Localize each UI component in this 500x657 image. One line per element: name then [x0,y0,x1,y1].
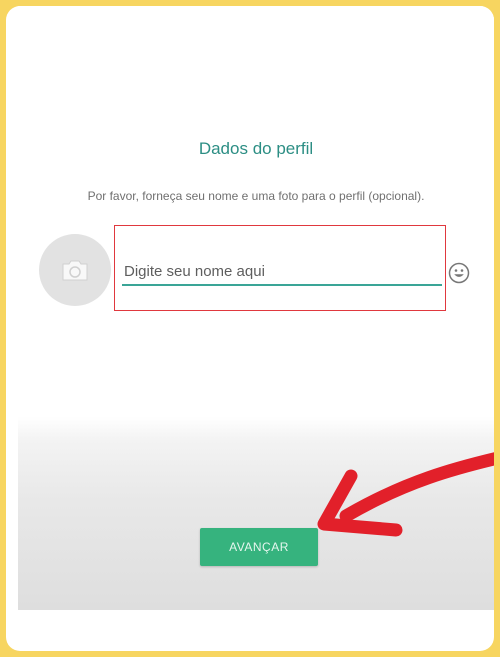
profile-photo-button[interactable] [39,234,111,306]
screenshot-card: Dados do perfil Por favor, forneça seu n… [6,6,494,651]
camera-icon [62,260,88,281]
page-title: Dados do perfil [198,139,314,158]
smiley-emoji-icon[interactable] [448,262,470,284]
advance-button[interactable]: AVANÇAR [200,528,318,566]
page-subtitle: Por favor, forneça seu nome e uma foto p… [87,189,425,203]
name-input[interactable] [122,258,442,286]
red-arrow [317,452,494,537]
